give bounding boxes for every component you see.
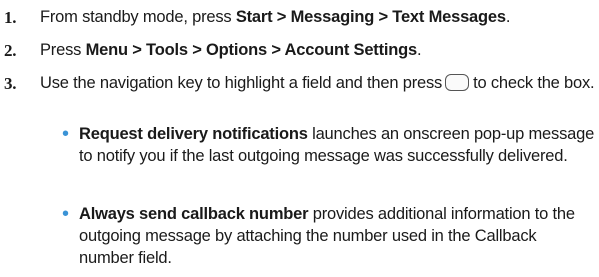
option-name: Request delivery notifications <box>79 125 308 143</box>
step-number: 1. <box>4 8 17 27</box>
menu-path: Start > Messaging > Text Messages <box>235 8 506 26</box>
option-name: Always send callback number <box>79 205 309 223</box>
step-text-post: . <box>505 8 511 26</box>
step-text-pre: From standby mode, press <box>40 8 236 26</box>
step-number: 2. <box>4 41 17 60</box>
menu-path: Menu > Tools > Options > Account Setting… <box>85 41 418 59</box>
bullet-dot-icon: • <box>62 123 69 145</box>
step-text-pre: Press <box>40 41 86 59</box>
step-text-post: . <box>417 41 422 59</box>
bullet-dot-icon: • <box>62 203 69 225</box>
center-key-icon <box>445 74 470 91</box>
step-number: 3. <box>4 74 17 93</box>
bullet-text: Request delivery notifications launches … <box>79 123 595 167</box>
step-text: From standby mode, press Start > Messagi… <box>40 6 596 29</box>
step-text-pre: Use the navigation key to highlight a fi… <box>40 74 443 92</box>
instruction-document: 1. From standby mode, press Start > Mess… <box>0 0 599 277</box>
bullet-text: Always send callback number provides add… <box>79 203 595 269</box>
step-text: Use the navigation key to highlight a fi… <box>40 72 596 95</box>
step-text-post: to check the box. <box>473 74 595 92</box>
step-text: Press Menu > Tools > Options > Account S… <box>40 39 596 62</box>
